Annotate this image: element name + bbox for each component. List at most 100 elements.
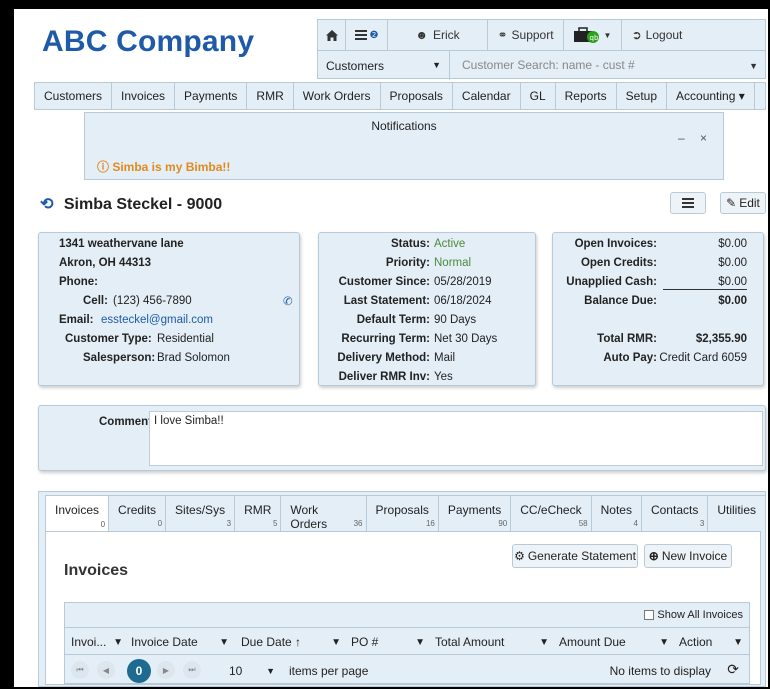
- phone-icon[interactable]: ✆: [283, 294, 293, 308]
- qb-menu-button[interactable]: qb ▼: [564, 20, 622, 50]
- support-button[interactable]: ⚭ Support: [488, 20, 564, 50]
- col-invoice-date[interactable]: Invoice Date ▼: [131, 628, 235, 656]
- cell-value: (123) 456-7890: [113, 295, 192, 307]
- col-po-number[interactable]: PO # ▼: [351, 628, 431, 656]
- tab-contacts[interactable]: Contacts 3: [640, 495, 709, 531]
- list-menu-button[interactable]: ❷: [346, 20, 388, 50]
- filter-icon[interactable]: ▼: [733, 637, 743, 648]
- logout-button[interactable]: ➲ Logout: [622, 20, 692, 50]
- customer-heading: ⟲ Simba Steckel - 9000: [40, 194, 222, 214]
- priority-value: Normal: [434, 257, 472, 269]
- search-type-select[interactable]: Customers ▼: [318, 51, 450, 80]
- nav-calendar[interactable]: Calendar: [453, 83, 521, 109]
- generate-statement-button[interactable]: ⚙ Generate Statement: [512, 544, 638, 568]
- tab-label: Invoices: [55, 503, 100, 517]
- email-link[interactable]: essteckel@gmail.com: [101, 314, 213, 326]
- filter-icon[interactable]: ▼: [659, 637, 669, 648]
- priority-label: Priority:: [385, 257, 430, 269]
- nav-customers[interactable]: Customers: [35, 83, 113, 109]
- nav-accounting[interactable]: Accounting ▾: [667, 83, 755, 109]
- filter-icon[interactable]: ▼: [539, 637, 549, 648]
- menu-button[interactable]: [670, 192, 706, 214]
- salesperson-label: Salesperson:: [83, 352, 156, 364]
- filter-icon[interactable]: ▼: [331, 637, 341, 648]
- tab-count: 58: [578, 519, 588, 528]
- nav-gl[interactable]: GL: [521, 83, 556, 109]
- filter-icon[interactable]: ▼: [219, 637, 229, 648]
- filter-icon[interactable]: ▼: [113, 637, 123, 648]
- tab-rmr[interactable]: RMR 5: [234, 495, 282, 531]
- tab-invoices[interactable]: Invoices 0: [45, 495, 110, 532]
- last-page-icon[interactable]: ⏭: [183, 661, 201, 679]
- column-label: Invoice Date: [131, 635, 198, 649]
- unapplied-cash-label: Unapplied Cash:: [566, 276, 657, 288]
- home-button[interactable]: [318, 20, 346, 50]
- tab-label: Payments: [447, 503, 502, 517]
- search-type-value: Customers: [326, 58, 385, 73]
- nav-payments[interactable]: Payments: [175, 83, 248, 109]
- home-icon: [325, 29, 338, 41]
- next-page-icon[interactable]: ▶: [157, 661, 175, 679]
- col-total-amount[interactable]: Total Amount ▼: [435, 628, 555, 656]
- nav-proposals[interactable]: Proposals: [381, 83, 453, 109]
- cell-label: Cell:: [83, 295, 108, 307]
- grid-pager: ⏮ ◀ 0 ▶ ⏭ 10 ▼ items per page No items t…: [65, 656, 749, 684]
- tab-sites-sys[interactable]: Sites/Sys 3: [165, 495, 236, 531]
- edit-label: Edit: [739, 196, 760, 210]
- tab-notes[interactable]: Notes 4: [590, 495, 642, 531]
- tab-utilities[interactable]: Utilities: [707, 495, 766, 531]
- refresh-icon[interactable]: ⟳: [727, 661, 739, 678]
- tab-label: Notes: [600, 503, 632, 517]
- column-label: Action: [679, 635, 713, 649]
- edit-button[interactable]: ✎ Edit: [720, 192, 766, 214]
- first-page-icon[interactable]: ⏮: [71, 661, 89, 679]
- total-rmr-value: $2,355.90: [695, 333, 747, 345]
- col-due-date[interactable]: Due Date ↑ ▼: [241, 628, 347, 656]
- tab-credits[interactable]: Credits 0: [108, 495, 167, 531]
- balance-due-value: $0.00: [718, 295, 747, 307]
- recurring-term-label: Recurring Term:: [341, 333, 430, 345]
- tab-cc-echeck[interactable]: CC/eCheck 58: [510, 495, 592, 531]
- nav-rmr[interactable]: RMR: [247, 83, 294, 109]
- auto-pay-value: Credit Card 6059: [659, 352, 747, 364]
- chevron-down-icon: ▼: [266, 666, 275, 676]
- tab-payments[interactable]: Payments 90: [437, 495, 512, 531]
- tab-count: 0: [100, 520, 106, 529]
- nav-setup[interactable]: Setup: [617, 83, 668, 109]
- briefcase-icon: qb: [573, 27, 599, 43]
- col-invoice-number[interactable]: Invoi... ▼: [71, 628, 129, 656]
- comments-field[interactable]: I love Simba!!: [149, 411, 763, 466]
- tab-count: 16: [425, 519, 435, 528]
- notifications-controls[interactable]: – ×: [678, 131, 713, 145]
- nav-work-orders[interactable]: Work Orders: [294, 83, 381, 109]
- customer-since-value: 05/28/2019: [434, 276, 492, 288]
- plus-circle-icon: ⊕: [648, 549, 659, 563]
- tab-count: 3: [699, 519, 705, 528]
- logout-label: Logout: [645, 28, 683, 42]
- grid-header: Invoi... ▼ Invoice Date ▼ Due Date ↑ ▼ PO #…: [65, 627, 749, 655]
- checkbox[interactable]: [644, 610, 655, 620]
- prev-page-icon[interactable]: ◀: [97, 661, 115, 679]
- tab-label: Utilities: [717, 503, 756, 517]
- tabs-container: Invoices 0 Credits 0 Sites/Sys 3 RMR 5 Work …: [38, 491, 766, 687]
- history-icon[interactable]: ⟲: [40, 196, 53, 213]
- user-icon: ☻: [415, 28, 428, 42]
- col-amount-due[interactable]: Amount Due ▼: [559, 628, 675, 656]
- support-label: Support: [511, 28, 554, 42]
- col-action[interactable]: Action ▼: [679, 628, 749, 656]
- column-label: Invoi...: [71, 635, 107, 649]
- user-menu-button[interactable]: ☻ Erick: [388, 20, 488, 50]
- tab-work-orders[interactable]: Work Orders 36: [280, 495, 367, 531]
- nav-invoices[interactable]: Invoices: [112, 83, 176, 109]
- filter-icon[interactable]: ▼: [415, 637, 425, 648]
- nav-reports[interactable]: Reports: [556, 83, 617, 109]
- customer-search-input[interactable]: Customer Search: name - cust # ▼: [458, 55, 758, 76]
- new-invoice-button[interactable]: ⊕ New Invoice: [644, 544, 732, 568]
- page-size-select[interactable]: 10 ▼: [225, 661, 279, 681]
- tab-proposals[interactable]: Proposals 16: [365, 495, 439, 531]
- company-logo[interactable]: ABC Company: [42, 25, 254, 59]
- show-all-invoices-toggle[interactable]: Show All Invoices: [644, 609, 743, 621]
- current-page[interactable]: 0: [127, 659, 151, 683]
- phone-label: Phone:: [59, 276, 98, 288]
- tab-label: Contacts: [650, 503, 699, 517]
